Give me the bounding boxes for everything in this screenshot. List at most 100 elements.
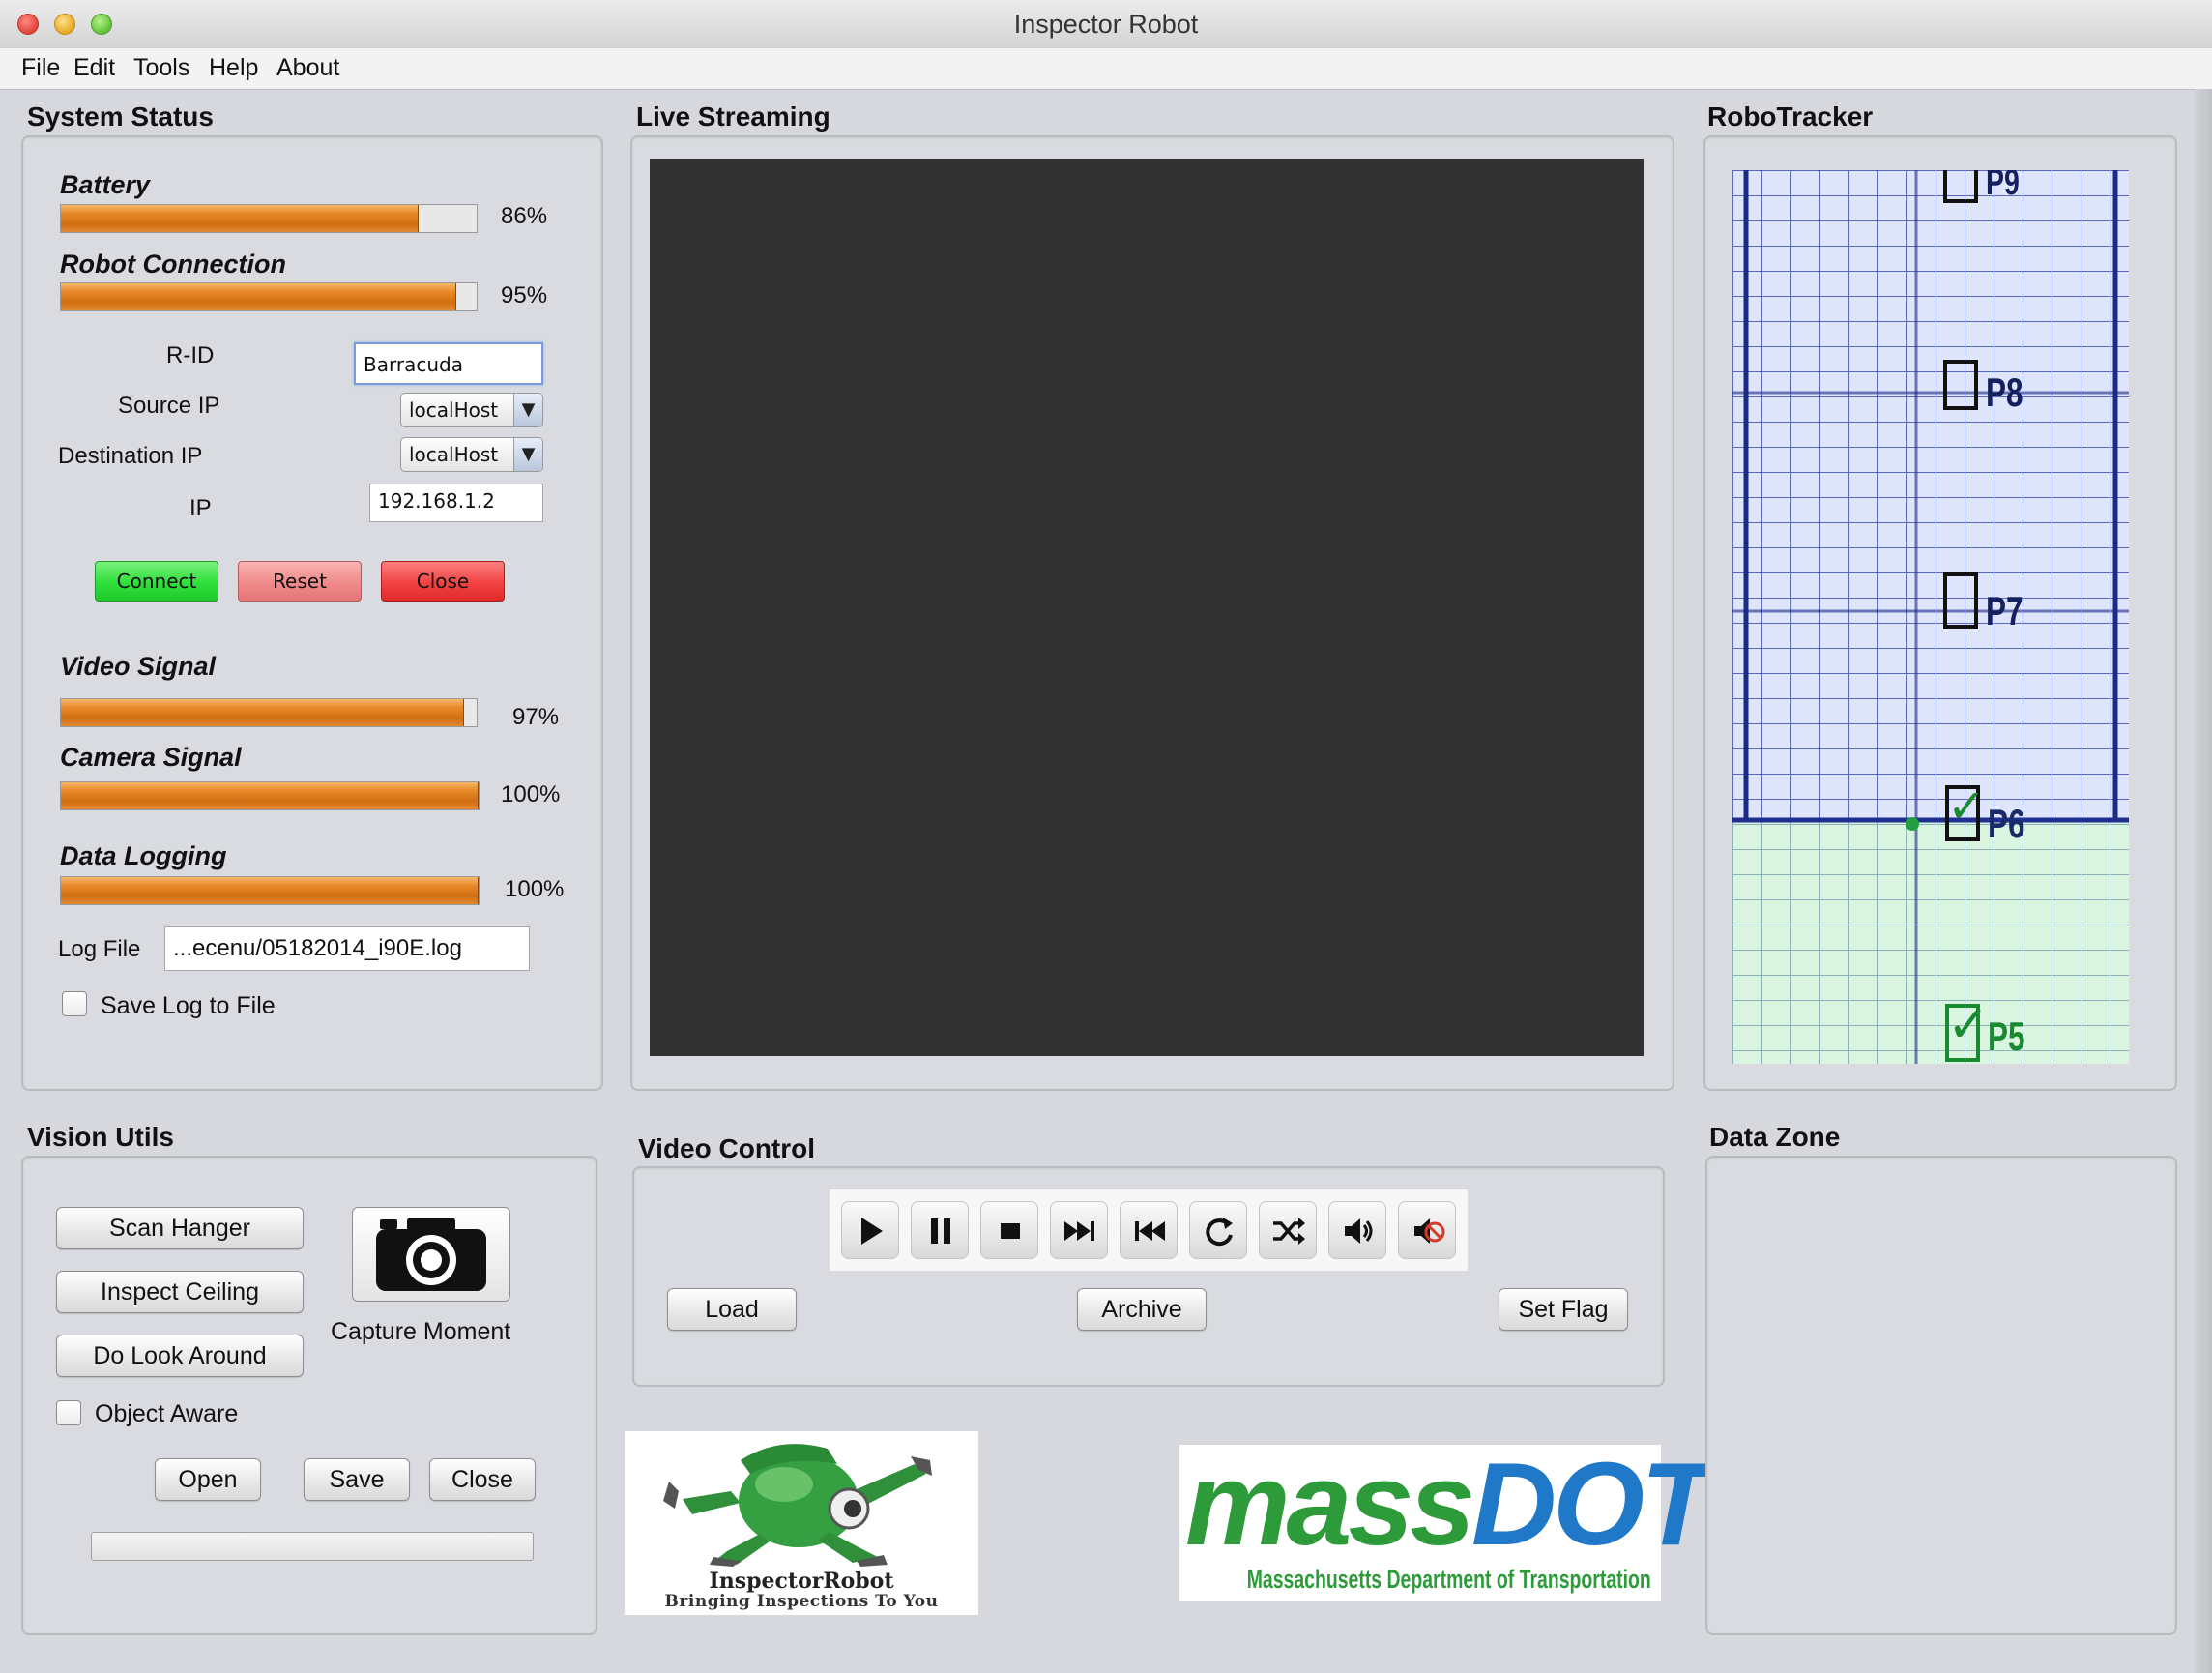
menu-edit[interactable]: Edit	[73, 54, 115, 82]
inspector-robot-logo: InspectorRobot Bringing Inspections To Y…	[625, 1431, 978, 1615]
check-icon: ✓	[1947, 997, 1990, 1053]
menu-about[interactable]: About	[276, 54, 339, 82]
shuffle-icon	[1273, 1218, 1305, 1245]
mute-button[interactable]	[1398, 1201, 1456, 1259]
load-button[interactable]: Load	[667, 1288, 797, 1331]
connect-button[interactable]: Connect	[95, 561, 218, 602]
pause-button[interactable]	[911, 1201, 969, 1259]
archive-button[interactable]: Archive	[1077, 1288, 1207, 1331]
chevron-down-icon: ▼	[513, 394, 542, 426]
capture-moment-label: Capture Moment	[331, 1318, 511, 1345]
source-ip-value: localHost	[409, 398, 499, 422]
close-connection-button[interactable]: Close	[381, 561, 505, 602]
video-control-title: Video Control	[638, 1133, 816, 1163]
destination-ip-label: Destination IP	[58, 443, 203, 469]
data-zone-panel	[1705, 1156, 2177, 1635]
robotracker-map[interactable]: P9 P8 P7 ✓ P6 ✓ P5	[1732, 170, 2129, 1064]
capture-moment-button[interactable]	[352, 1207, 510, 1302]
massdot-logo: massDOT Massachusetts Department of Tran…	[1179, 1441, 1713, 1601]
mute-icon	[1414, 1218, 1445, 1244]
battery-bar	[60, 204, 478, 233]
system-status-title: System Status	[27, 102, 214, 132]
play-button[interactable]	[841, 1201, 899, 1259]
window-title: Inspector Robot	[1013, 10, 1199, 39]
check-icon: ✓	[1947, 781, 1987, 833]
video-signal-bar-fill	[61, 699, 465, 726]
inspect-ceiling-button[interactable]: Inspect Ceiling	[56, 1271, 304, 1313]
battery-bar-fill	[61, 205, 419, 232]
window-titlebar: Inspector Robot	[0, 0, 2212, 49]
ip-input[interactable]: 192.168.1.2	[369, 484, 543, 522]
vision-utils-title: Vision Utils	[27, 1122, 174, 1152]
destination-ip-value: localHost	[409, 443, 499, 466]
inspector-robot-logo-tagline: Bringing Inspections To You	[664, 1592, 939, 1611]
destination-ip-select[interactable]: localHost ▼	[400, 437, 543, 472]
reset-button[interactable]: Reset	[238, 561, 362, 602]
video-signal-percent: 97%	[512, 704, 560, 730]
vision-progress-bar	[91, 1532, 534, 1561]
chevron-down-icon: ▼	[513, 438, 542, 471]
volume-button[interactable]	[1328, 1201, 1386, 1259]
volume-icon	[1345, 1218, 1373, 1244]
menu-bar: File Edit Tools Help About	[0, 48, 2212, 90]
data-logging-percent: 100%	[505, 876, 565, 902]
source-ip-select[interactable]: localHost ▼	[400, 393, 543, 427]
data-zone-title: Data Zone	[1709, 1122, 1841, 1152]
fast-forward-button[interactable]	[1050, 1201, 1108, 1259]
robotracker-title: RoboTracker	[1707, 102, 1874, 132]
battery-percent: 86%	[501, 203, 548, 229]
media-toolbar	[830, 1189, 1468, 1271]
tracker-label-p9: P9	[1986, 170, 2020, 203]
object-aware-label: Object Aware	[95, 1400, 239, 1427]
video-signal-bar	[60, 698, 478, 727]
save-button[interactable]: Save	[304, 1458, 410, 1501]
data-logging-bar-fill	[61, 877, 479, 904]
stop-icon	[1001, 1223, 1020, 1239]
set-flag-button[interactable]: Set Flag	[1499, 1288, 1628, 1331]
window-edge	[2195, 89, 2212, 1673]
object-aware-checkbox[interactable]	[56, 1400, 81, 1425]
open-button[interactable]: Open	[155, 1458, 261, 1501]
close-button[interactable]: Close	[429, 1458, 536, 1501]
rewind-button[interactable]	[1120, 1201, 1178, 1259]
stop-button[interactable]	[980, 1201, 1038, 1259]
menu-help[interactable]: Help	[209, 54, 258, 82]
menu-file[interactable]: File	[21, 54, 60, 82]
video-stream-view[interactable]	[650, 159, 1644, 1056]
tracker-box-p8	[1943, 360, 1978, 410]
save-log-checkbox[interactable]	[62, 991, 87, 1016]
robot-icon	[663, 1444, 932, 1567]
menu-tools[interactable]: Tools	[133, 54, 189, 82]
camera-signal-bar	[60, 781, 480, 810]
rid-input[interactable]: Barracuda	[354, 342, 543, 385]
do-look-around-button[interactable]: Do Look Around	[56, 1335, 304, 1377]
battery-label: Battery	[60, 170, 151, 199]
ip-label: IP	[189, 495, 212, 521]
camera-signal-bar-fill	[61, 782, 479, 809]
robot-connection-label: Robot Connection	[60, 249, 286, 279]
rewind-icon	[1135, 1221, 1165, 1241]
massdot-logo-subtitle: Massachusetts Department of Transportati…	[1246, 1565, 1651, 1594]
fast-forward-icon	[1064, 1221, 1094, 1241]
camera-signal-percent: 100%	[501, 781, 561, 807]
camera-signal-label: Camera Signal	[60, 743, 242, 772]
save-log-label: Save Log to File	[101, 992, 275, 1019]
tracker-label-p7: P7	[1986, 588, 2023, 633]
source-ip-label: Source IP	[118, 393, 220, 419]
video-signal-label: Video Signal	[60, 652, 217, 681]
log-file-input[interactable]: ...ecenu/05182014_i90E.log	[164, 926, 530, 971]
robot-connection-bar	[60, 282, 478, 311]
repeat-icon	[1206, 1218, 1233, 1247]
robot-connection-percent: 95%	[501, 282, 548, 308]
inspector-robot-logo-title: InspectorRobot	[709, 1569, 894, 1594]
repeat-button[interactable]	[1189, 1201, 1247, 1259]
live-streaming-title: Live Streaming	[636, 102, 830, 132]
tracker-label-p8: P8	[1986, 369, 2023, 415]
shuffle-button[interactable]	[1259, 1201, 1317, 1259]
scan-hanger-button[interactable]: Scan Hanger	[56, 1207, 304, 1249]
log-file-label: Log File	[58, 936, 141, 962]
massdot-logo-mass: mass	[1185, 1438, 1475, 1570]
tracker-box-p7	[1943, 572, 1978, 629]
data-logging-bar	[60, 876, 480, 905]
tracker-label-p5: P5	[1988, 1013, 2025, 1059]
